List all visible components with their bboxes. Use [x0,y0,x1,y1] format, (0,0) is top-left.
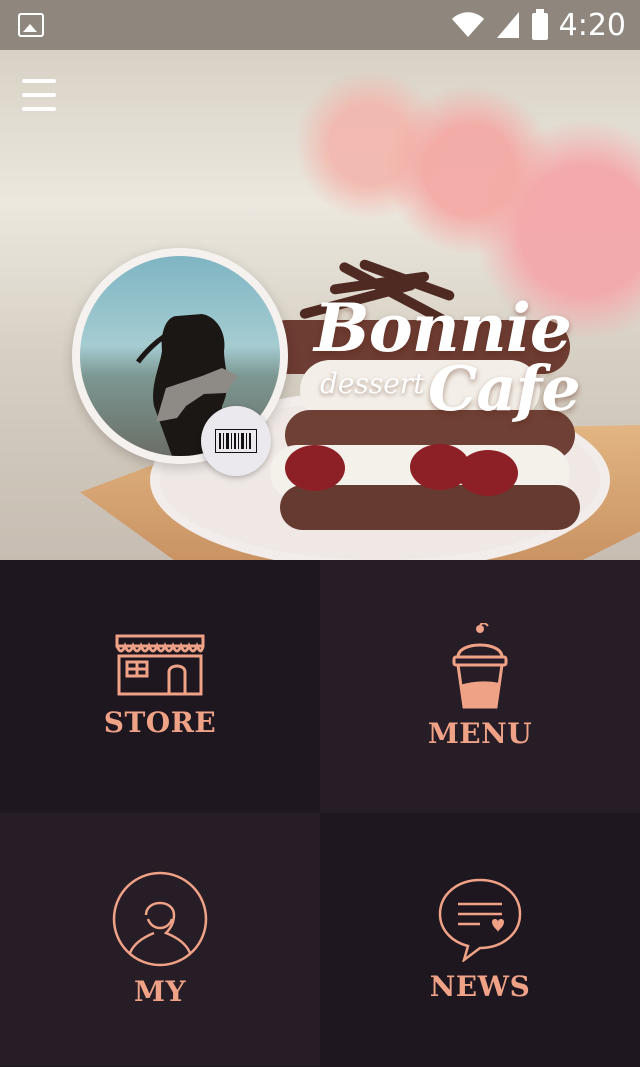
clock: 4:20 [558,7,626,43]
store-icon [115,634,205,696]
barcode-button[interactable] [201,406,271,476]
wifi-icon [451,12,484,37]
main-menu-grid: STORE MENU MY NEWS [0,560,640,1067]
store-label: STORE [103,706,217,739]
my-label: MY [134,975,186,1008]
barcode-icon [215,429,257,453]
brand-name-line2: dessert [320,367,425,400]
user-icon [112,871,208,967]
cup-icon [452,623,508,709]
my-tile[interactable]: MY [0,813,320,1066]
store-tile[interactable]: STORE [0,560,320,813]
image-icon [18,13,44,37]
message-heart-icon [438,878,522,962]
news-tile[interactable]: NEWS [320,813,640,1066]
brand-logo: Bonnie dessert Cafe [300,295,600,445]
menu-label: MENU [427,717,533,750]
signal-icon [496,12,519,38]
news-label: NEWS [429,970,531,1003]
hero-banner: Bonnie dessert Cafe [0,50,640,560]
menu-tile[interactable]: MENU [320,560,640,813]
hamburger-menu-icon[interactable] [22,77,56,113]
status-bar: 4:20 [0,0,640,50]
brand-name-line3: Cafe [428,352,581,425]
battery-icon [531,9,548,40]
